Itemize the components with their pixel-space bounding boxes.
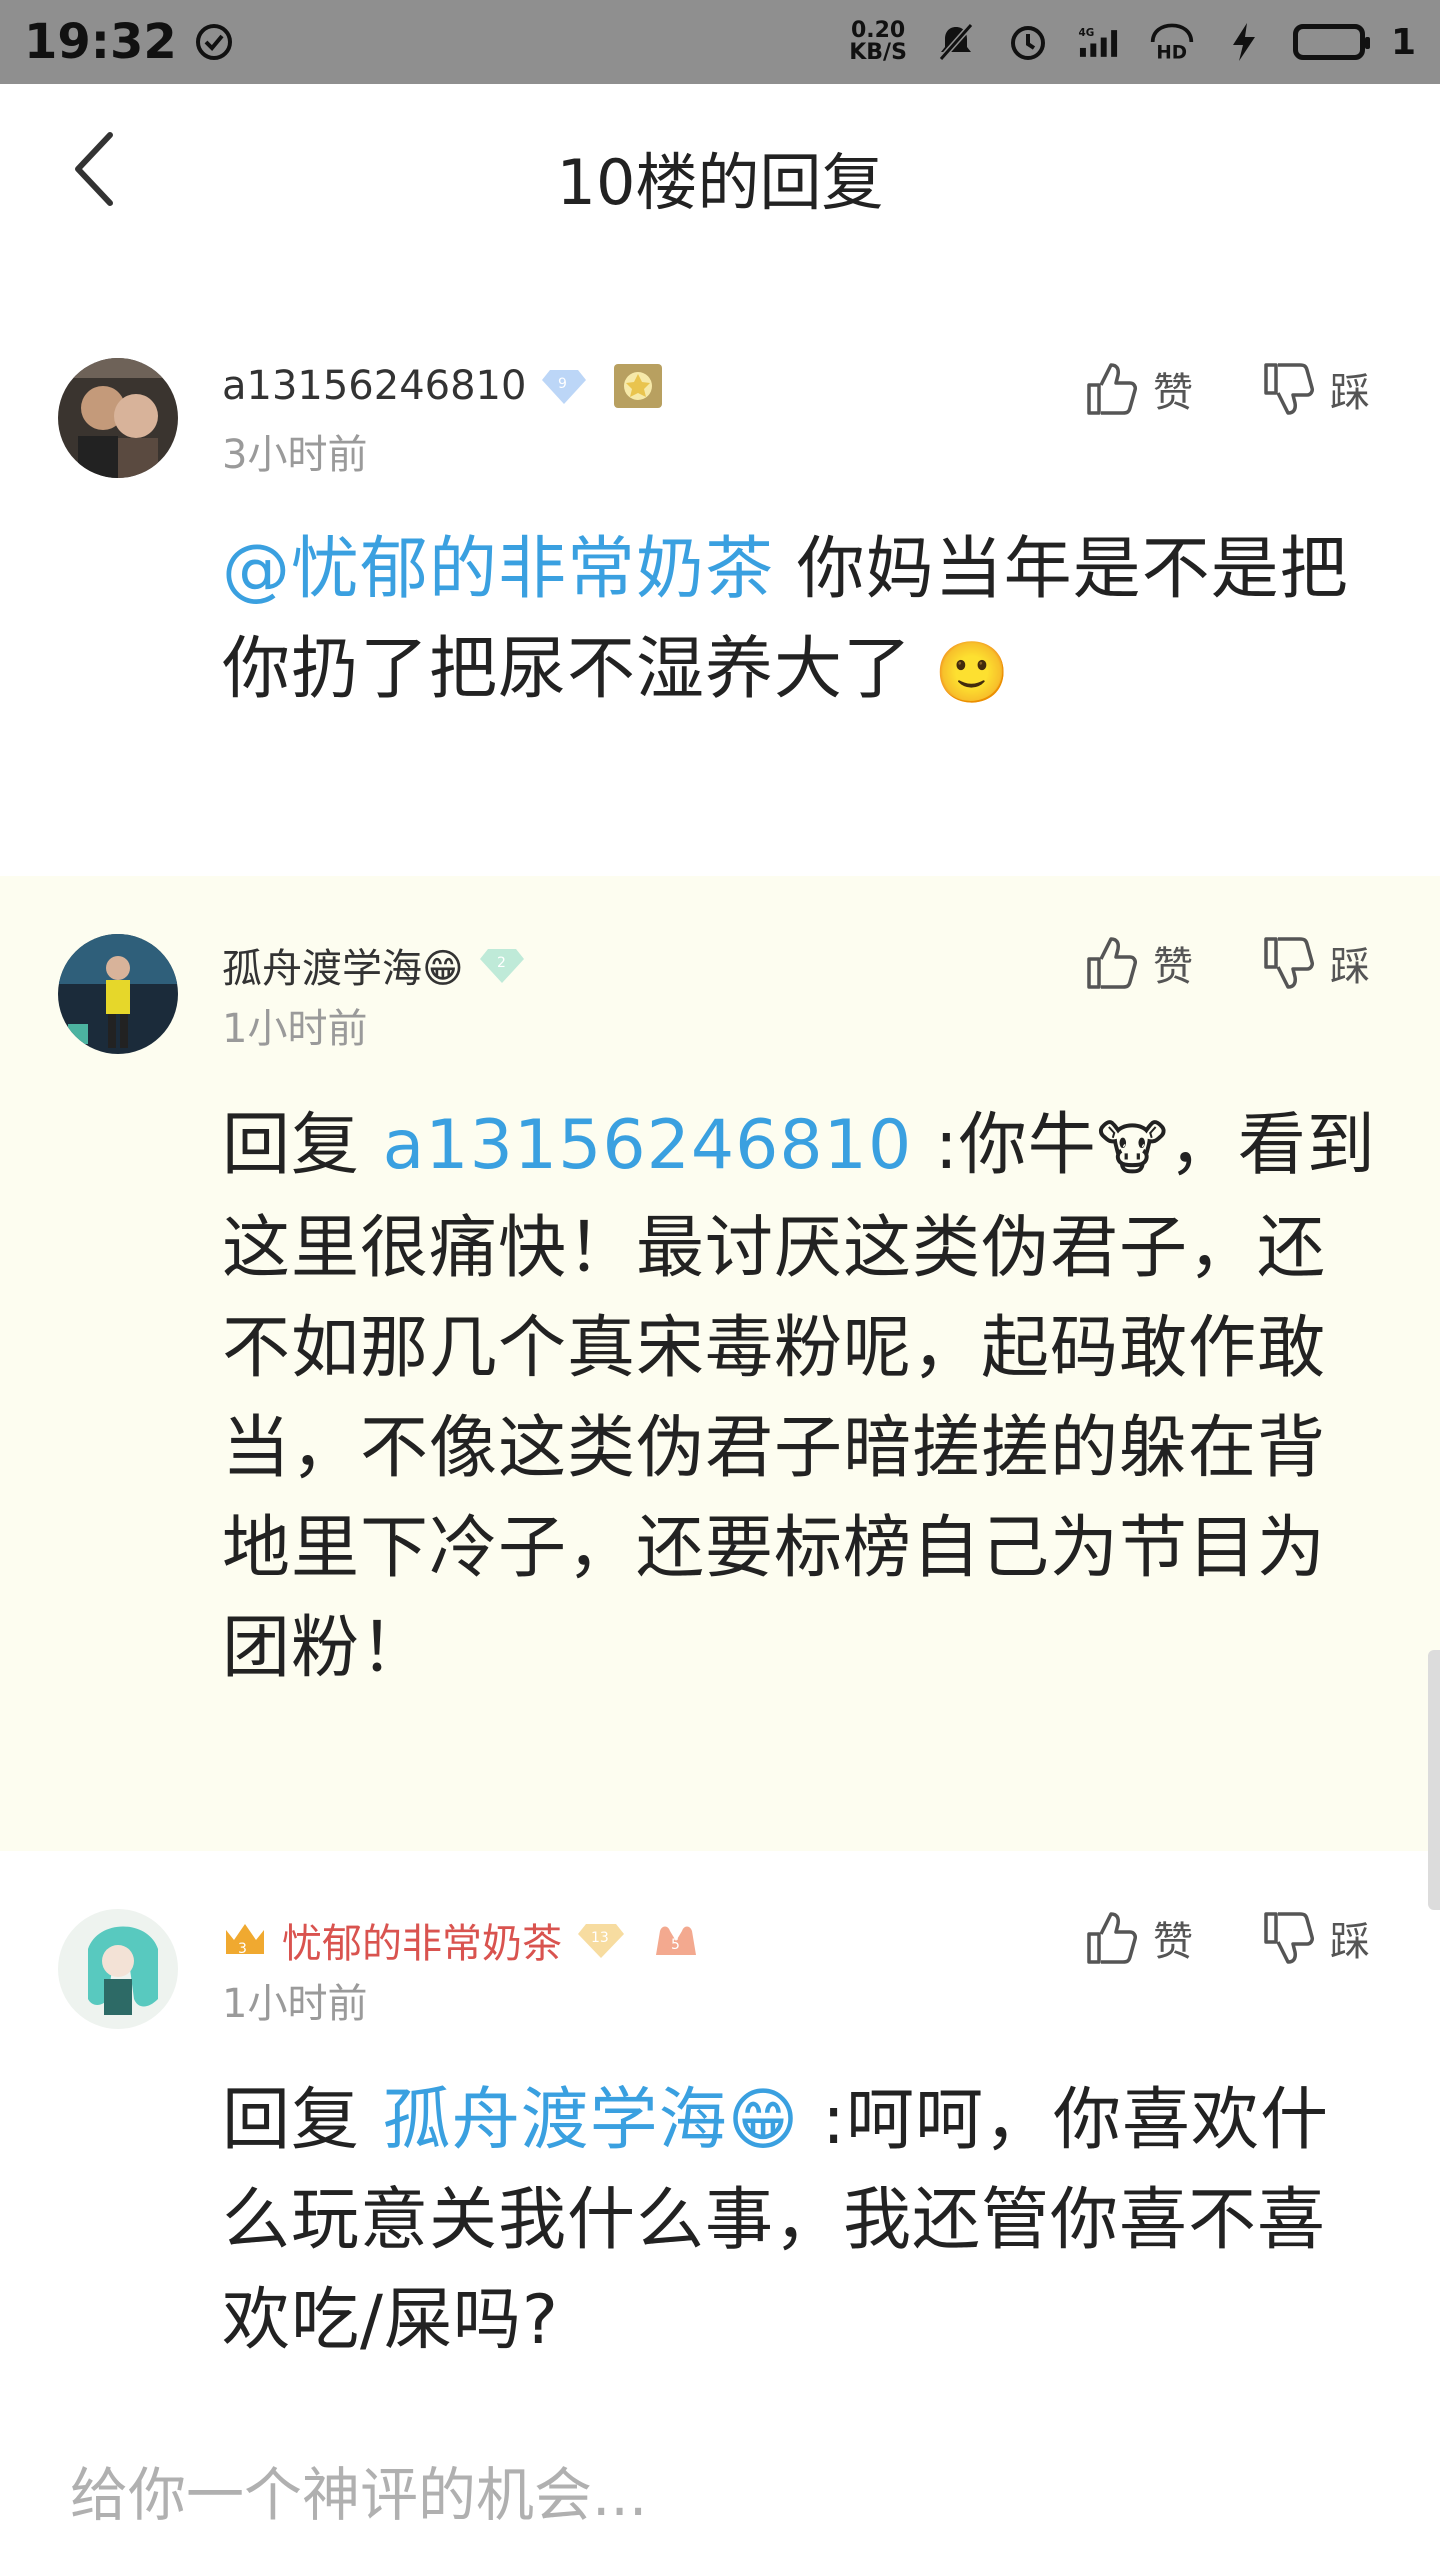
like-button[interactable]: 赞 — [1085, 1909, 1193, 1967]
header: 10楼的回复 — [0, 84, 1440, 254]
thumbs-up-icon — [1087, 937, 1137, 989]
reply-to-link[interactable]: a13156246810 — [383, 1106, 913, 1185]
comment-input[interactable]: 给你一个神评的机会... — [0, 2420, 1440, 2560]
comment-item: 3 忧郁的非常奶茶 13 5 1小时前 赞 踩 回复 孤舟渡学海😁 :呵呵，你喜… — [0, 1851, 1440, 2451]
dislike-button[interactable]: 踩 — [1262, 934, 1370, 992]
net-speed: 0.20 KB/S — [849, 18, 907, 65]
hd-call-icon: HD — [1149, 19, 1195, 65]
svg-text:5: 5 — [671, 1937, 680, 1953]
username[interactable]: a13156246810 — [222, 363, 526, 409]
battery-level: 1 — [1390, 21, 1416, 63]
cow-emoji: 🐮 — [1096, 1114, 1169, 1185]
timestamp: 1小时前 — [222, 1006, 368, 1052]
like-button[interactable]: 赞 — [1085, 360, 1193, 418]
comment-item: a13156246810 9 3小时前 赞 踩 @忧郁的非常奶茶 你妈当年是不是… — [0, 330, 1440, 870]
scrollbar[interactable] — [1428, 1650, 1440, 1910]
level-diamond-icon: 2 — [478, 945, 526, 985]
mention-link[interactable]: @忧郁的非常奶茶 — [222, 530, 774, 609]
comment-input-placeholder: 给你一个神评的机会... — [70, 2461, 648, 2529]
level-diamond-icon: 13 — [576, 1920, 626, 1960]
medal-badge-icon — [612, 362, 664, 410]
battery-icon — [1292, 24, 1370, 60]
thumbs-down-icon — [1264, 363, 1314, 415]
svg-text:9: 9 — [558, 376, 567, 392]
avatar[interactable] — [58, 934, 178, 1054]
timestamp: 1小时前 — [222, 1981, 368, 2027]
like-button[interactable]: 赞 — [1085, 934, 1193, 992]
comment-item: 孤舟渡学海😁 2 1小时前 赞 踩 回复 a13156246810 :你牛🐮，看… — [0, 876, 1440, 1851]
status-time: 19:32 — [24, 14, 177, 70]
charging-icon — [1221, 19, 1267, 65]
svg-text:13: 13 — [591, 1930, 609, 1946]
heart-hands-badge-icon: 5 — [650, 1919, 702, 1961]
dislike-button[interactable]: 踩 — [1262, 1909, 1370, 1967]
comment-text: 回复 a13156246810 :你牛🐮，看到这里很痛快！最讨厌这类伪君子，还不… — [222, 1096, 1382, 1699]
avatar[interactable] — [58, 358, 178, 478]
comment-text: @忧郁的非常奶茶 你妈当年是不是把你扔了把尿不湿养大了 🙂 — [222, 520, 1382, 723]
alarm-icon — [1005, 19, 1051, 65]
crown-badge-icon: 3 — [222, 1920, 268, 1960]
dislike-button[interactable]: 踩 — [1262, 360, 1370, 418]
signal-4g-icon: 4G — [1077, 19, 1123, 65]
username[interactable]: 孤舟渡学海😁 — [222, 936, 464, 994]
svg-text:HD: HD — [1156, 43, 1187, 64]
check-circle-icon — [191, 19, 237, 65]
status-bar: 19:32 0.20 KB/S 4G HD 1 — [0, 0, 1440, 84]
thumbs-down-icon — [1264, 1912, 1314, 1964]
username[interactable]: 忧郁的非常奶茶 — [282, 1911, 562, 1969]
thumbs-up-icon — [1087, 1912, 1137, 1964]
timestamp: 3小时前 — [222, 432, 368, 478]
level-diamond-icon: 9 — [540, 366, 588, 406]
comment-text: 回复 孤舟渡学海😁 :呵呵，你喜欢什么玩意关我什么事，我还管你喜不喜欢吃/屎吗? — [222, 2081, 1330, 2360]
page-title: 10楼的回复 — [556, 146, 884, 219]
thumbs-down-icon — [1264, 937, 1314, 989]
mute-bell-icon — [933, 19, 979, 65]
smile-emoji: 🙂 — [934, 638, 1011, 709]
svg-text:2: 2 — [497, 955, 506, 971]
avatar[interactable] — [58, 1909, 178, 2029]
reply-to-link[interactable]: 孤舟渡学海😁 — [383, 2081, 800, 2160]
svg-text:4G: 4G — [1078, 27, 1094, 39]
svg-text:3: 3 — [238, 1941, 247, 1957]
thumbs-up-icon — [1087, 363, 1137, 415]
